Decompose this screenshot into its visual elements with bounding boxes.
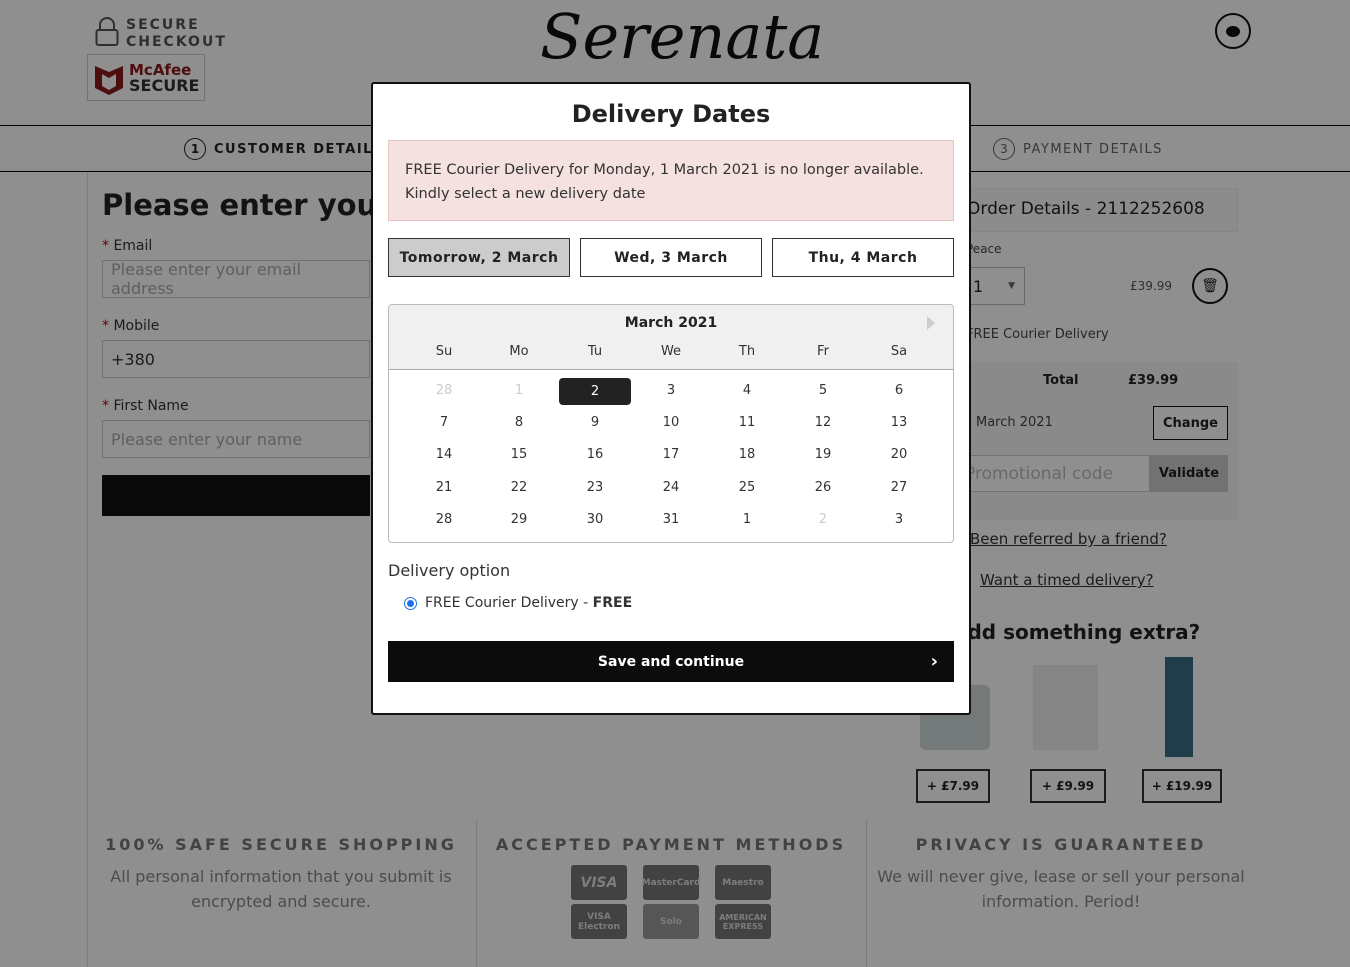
calendar-day[interactable]: 4 bbox=[711, 383, 783, 398]
next-month-icon[interactable] bbox=[927, 316, 935, 330]
weekday-label: Th bbox=[738, 344, 756, 359]
quick-date-wed[interactable]: Wed, 3 March bbox=[580, 238, 762, 277]
calendar-day[interactable]: 13 bbox=[863, 415, 935, 430]
calendar-day[interactable]: 27 bbox=[863, 480, 935, 495]
delivery-option-label: Delivery option bbox=[388, 561, 511, 580]
quick-date-thu[interactable]: Thu, 4 March bbox=[772, 238, 954, 277]
calendar-day[interactable]: 3 bbox=[635, 383, 707, 398]
weekday-label: Mo bbox=[509, 344, 529, 359]
calendar-day[interactable]: 18 bbox=[711, 447, 783, 462]
modal-title: Delivery Dates bbox=[571, 100, 771, 128]
calendar-day[interactable]: 9 bbox=[559, 415, 631, 430]
calendar-day[interactable]: 29 bbox=[483, 512, 555, 527]
delivery-option-text[interactable]: FREE Courier Delivery - FREE bbox=[425, 595, 632, 611]
calendar-day[interactable]: 25 bbox=[711, 480, 783, 495]
calendar-day[interactable]: 21 bbox=[408, 480, 480, 495]
calendar-day[interactable]: 23 bbox=[559, 480, 631, 495]
calendar-day[interactable]: 14 bbox=[408, 447, 480, 462]
calendar-day[interactable]: 16 bbox=[559, 447, 631, 462]
weekday-label: Su bbox=[435, 344, 453, 359]
save-and-continue-button[interactable]: Save and continue › bbox=[388, 641, 954, 682]
weekday-label: Sa bbox=[890, 344, 908, 359]
weekday-label: We bbox=[660, 344, 682, 359]
calendar-day[interactable]: 3 bbox=[863, 512, 935, 527]
unavailable-alert: FREE Courier Delivery for Monday, 1 Marc… bbox=[388, 140, 954, 221]
calendar-month: March 2021 bbox=[624, 315, 718, 331]
calendar-day[interactable]: 17 bbox=[635, 447, 707, 462]
calendar-day[interactable]: 11 bbox=[711, 415, 783, 430]
calendar-day[interactable]: 28 bbox=[408, 512, 480, 527]
calendar-day[interactable]: 24 bbox=[635, 480, 707, 495]
calendar-day[interactable]: 8 bbox=[483, 415, 555, 430]
calendar-day[interactable]: 7 bbox=[408, 415, 480, 430]
date-picker-calendar: March 2021 Su Mo Tu We Th Fr Sa 28 1 2 3 4 5 6 7 8 9 10 11… bbox=[388, 304, 954, 543]
calendar-day[interactable]: 1 bbox=[711, 512, 783, 527]
calendar-day[interactable]: 6 bbox=[863, 383, 935, 398]
calendar-day[interactable]: 12 bbox=[787, 415, 859, 430]
calendar-day-selected[interactable]: 2 bbox=[559, 378, 631, 405]
calendar-day[interactable]: 22 bbox=[483, 480, 555, 495]
weekday-label: Tu bbox=[587, 344, 603, 359]
delivery-option-radio[interactable] bbox=[404, 597, 417, 610]
calendar-day: 28 bbox=[435, 383, 453, 398]
calendar-day[interactable]: 20 bbox=[863, 447, 935, 462]
calendar-day[interactable]: 10 bbox=[635, 415, 707, 430]
weekday-label: Fr bbox=[817, 344, 829, 359]
chevron-right-icon: › bbox=[930, 651, 938, 672]
quick-date-tomorrow[interactable]: Tomorrow, 2 March bbox=[388, 238, 570, 277]
calendar-day[interactable]: 19 bbox=[787, 447, 859, 462]
calendar-day[interactable]: 26 bbox=[787, 480, 859, 495]
calendar-day[interactable]: 30 bbox=[559, 512, 631, 527]
calendar-day[interactable]: 5 bbox=[787, 383, 859, 398]
calendar-day: 2 bbox=[818, 512, 828, 527]
calendar-day[interactable]: 31 bbox=[635, 512, 707, 527]
calendar-day: 1 bbox=[514, 383, 524, 398]
calendar-day[interactable]: 15 bbox=[483, 447, 555, 462]
